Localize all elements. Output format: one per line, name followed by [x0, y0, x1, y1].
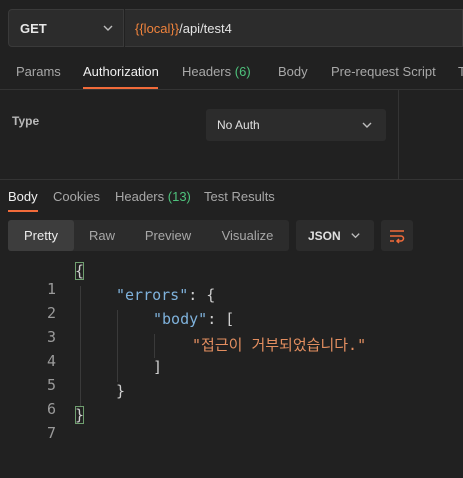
close-brace: } [75, 406, 85, 424]
chevron-down-icon [103, 25, 113, 31]
tab-authorization[interactable]: Authorization [83, 64, 159, 79]
close-brace: } [116, 382, 126, 400]
code-line: 4 "접근이 거부되었습니다." [0, 334, 463, 370]
response-body-viewer[interactable]: 1 { 2 "errors": { 3 "body": [ 4 "접근이 거부되… [0, 262, 463, 457]
code-line: 5 ] [0, 358, 463, 394]
method-select[interactable]: GET [8, 9, 124, 47]
view-visualize-button[interactable]: Visualize [206, 220, 289, 251]
tab-headers[interactable]: Headers (6) [182, 64, 251, 79]
json-punctuation: : [ [207, 310, 235, 328]
response-tab-headers[interactable]: Headers (13) [115, 189, 191, 204]
response-headers-count: (13) [167, 189, 191, 204]
tab-pre-request-script[interactable]: Pre-request Script [331, 64, 436, 79]
view-pretty-button[interactable]: Pretty [8, 220, 74, 251]
active-tab-indicator [83, 87, 158, 89]
url-bar: GET {{local}}/api/test4 [0, 0, 463, 56]
auth-type-value: No Auth [217, 118, 260, 132]
code-line: 7 } [0, 406, 463, 442]
method-label: GET [20, 20, 47, 36]
active-response-tab-indicator [8, 210, 38, 212]
response-tab-cookies[interactable]: Cookies [53, 189, 100, 204]
json-key: "errors" [116, 286, 189, 304]
view-mode-toggle: Pretty Raw Preview Visualize [8, 220, 289, 251]
view-raw-button[interactable]: Raw [74, 220, 130, 251]
authorization-panel: Type No Auth [0, 90, 463, 180]
url-variable: {{local}} [135, 20, 180, 36]
auth-type-label: Type [12, 114, 40, 128]
response-tab-body[interactable]: Body [8, 189, 38, 204]
line-number: 7 [46, 424, 56, 442]
view-preview-button[interactable]: Preview [130, 220, 206, 251]
response-tab-test-results[interactable]: Test Results [204, 189, 275, 204]
auth-type-select[interactable]: No Auth [206, 109, 386, 141]
headers-count: (6) [234, 64, 251, 79]
panel-divider [398, 90, 399, 179]
response-tabs: Body Cookies Headers (13) Test Results [0, 180, 463, 214]
format-select[interactable]: JSON [296, 220, 374, 251]
url-path: /api/test4 [179, 20, 232, 36]
open-brace: { [75, 262, 85, 280]
json-punctuation: : { [188, 286, 216, 304]
wrap-lines-button[interactable] [381, 220, 413, 251]
chevron-down-icon [362, 122, 372, 128]
request-tabs: Params Authorization Headers (6) Body Pr… [0, 56, 463, 90]
wrap-lines-icon [390, 229, 405, 244]
tab-body[interactable]: Body [278, 64, 308, 79]
code-line: 1 { [0, 262, 463, 298]
json-string: "접근이 거부되었습니다." [192, 336, 367, 354]
tab-params[interactable]: Params [16, 64, 61, 79]
tab-tests-truncated[interactable]: T [458, 64, 463, 79]
format-label: JSON [308, 228, 341, 243]
json-key: "body" [153, 310, 208, 328]
close-bracket: ] [153, 358, 163, 376]
code-line: 2 "errors": { [0, 286, 463, 322]
code-line: 3 "body": [ [0, 310, 463, 346]
url-input[interactable]: {{local}}/api/test4 [125, 9, 463, 47]
code-line: 6 } [0, 382, 463, 418]
chevron-down-icon [351, 233, 360, 239]
